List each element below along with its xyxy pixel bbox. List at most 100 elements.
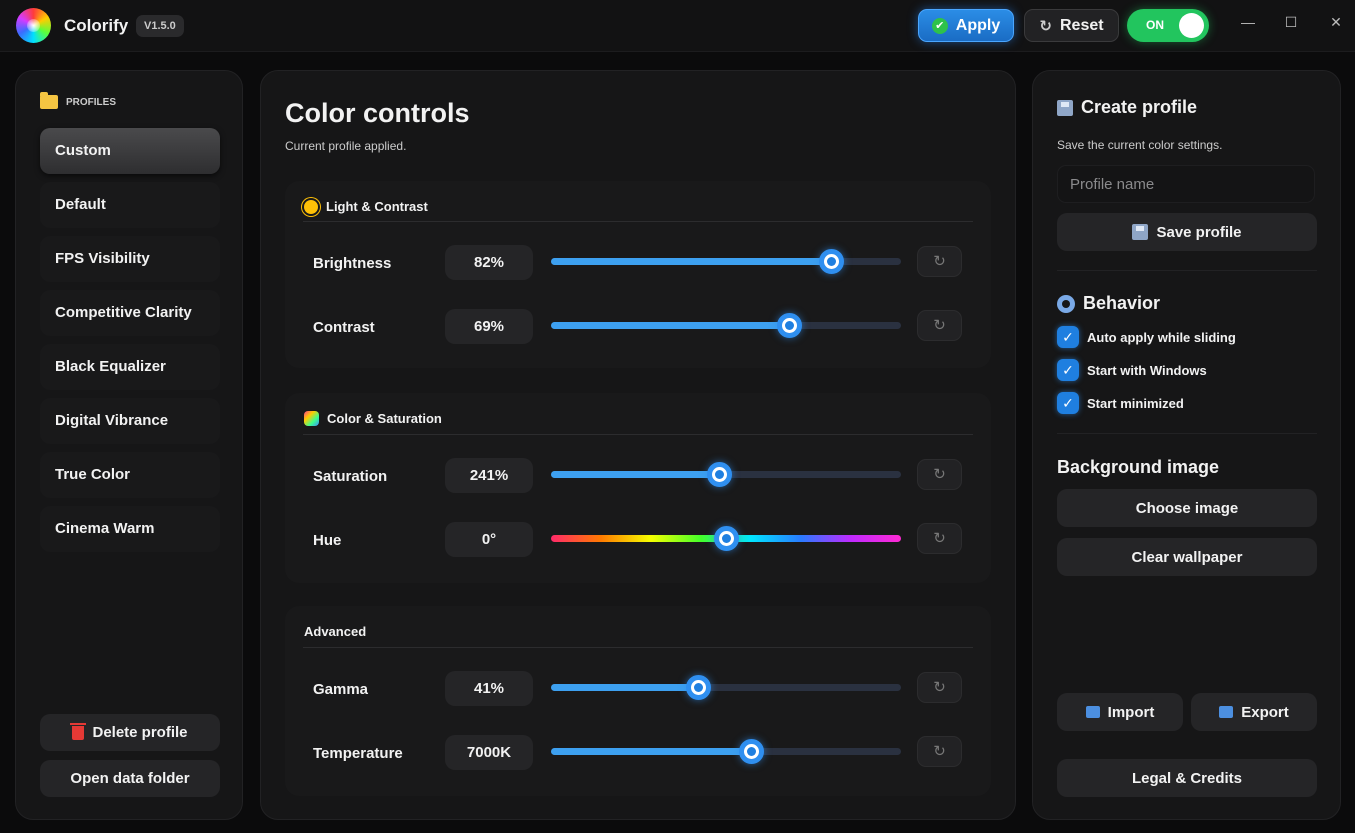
reset-button[interactable]: ↻ Reset <box>1024 9 1119 42</box>
profile-item-cinema-warm[interactable]: Cinema Warm <box>40 506 220 552</box>
contrast-slider[interactable] <box>551 313 901 338</box>
delete-profile-label: Delete profile <box>92 724 188 741</box>
contrast-slider-thumb[interactable] <box>777 313 802 338</box>
app-title: Colorify <box>64 16 129 35</box>
temperature-value[interactable]: 7000K <box>445 735 533 770</box>
profile-item-true-color[interactable]: True Color <box>40 452 220 498</box>
auto-apply-checkbox[interactable]: ✓ Auto apply while sliding <box>1057 326 1236 348</box>
minimize-button[interactable]: — <box>1238 14 1258 36</box>
start-with-windows-checkbox[interactable]: ✓ Start with Windows <box>1057 359 1207 381</box>
contrast-slider-fill <box>551 322 789 329</box>
contrast-value[interactable]: 69% <box>445 309 533 344</box>
import-button[interactable]: Import <box>1057 693 1183 731</box>
brightness-label: Brightness <box>313 255 392 272</box>
floppy-disk-icon <box>1132 224 1149 240</box>
group-title: Advanced <box>304 624 367 639</box>
hue-slider[interactable] <box>551 526 901 551</box>
save-profile-button[interactable]: Save profile <box>1057 213 1317 251</box>
close-button[interactable]: ✕ <box>1326 14 1346 36</box>
divider <box>303 434 973 435</box>
brightness-slider-fill <box>551 258 831 265</box>
checkbox-label: Start minimized <box>1087 395 1184 411</box>
behavior-title: Behavior <box>1083 293 1161 313</box>
divider <box>1057 433 1317 434</box>
create-profile-title: Create profile <box>1081 97 1198 117</box>
choose-image-button[interactable]: Choose image <box>1057 489 1317 527</box>
group-title: Color & Saturation <box>327 411 442 426</box>
sun-icon <box>304 199 318 214</box>
temperature-slider[interactable] <box>551 739 901 764</box>
profile-item-custom[interactable]: Custom <box>40 128 220 174</box>
color-palette-icon <box>304 411 319 426</box>
apply-label: Apply <box>955 16 1001 34</box>
reset-label: Reset <box>1060 16 1104 34</box>
page-subtitle: Current profile applied. <box>285 139 407 153</box>
background-image-title: Background image <box>1057 457 1220 477</box>
brightness-reset-button[interactable]: ↻ <box>917 246 962 277</box>
saturation-slider[interactable] <box>551 462 901 487</box>
brightness-value[interactable]: 82% <box>445 245 533 280</box>
version-badge: V1.5.0 <box>136 15 184 37</box>
profile-item-fps-visibility[interactable]: FPS Visibility <box>40 236 220 282</box>
power-toggle[interactable]: ON <box>1127 9 1209 42</box>
color-saturation-group: Color & Saturation Saturation 241% ↻ Hue… <box>285 393 991 583</box>
profiles-header-label: PROFILES <box>66 96 117 108</box>
colorify-logo-icon <box>16 8 51 43</box>
refresh-icon: ↻ <box>933 317 946 334</box>
refresh-icon: ↻ <box>933 530 946 547</box>
apply-button[interactable]: ✔ Apply <box>918 9 1014 42</box>
hue-slider-thumb[interactable] <box>714 526 739 551</box>
temperature-slider-thumb[interactable] <box>738 739 764 764</box>
create-profile-heading: Create profile <box>1057 97 1197 118</box>
folder-icon <box>40 92 58 109</box>
saturation-value[interactable]: 241% <box>445 458 533 493</box>
brightness-slider-thumb[interactable] <box>819 249 844 274</box>
brightness-slider[interactable] <box>551 249 901 274</box>
profile-item-competitive-clarity[interactable]: Competitive Clarity <box>40 290 220 336</box>
contrast-reset-button[interactable]: ↻ <box>917 310 962 341</box>
saturation-slider-thumb[interactable] <box>707 462 732 487</box>
gamma-slider[interactable] <box>551 675 901 700</box>
profile-item-default[interactable]: Default <box>40 182 220 228</box>
checkbox-label: Start with Windows <box>1087 362 1207 378</box>
profile-item-digital-vibrance[interactable]: Digital Vibrance <box>40 398 220 444</box>
export-icon <box>1219 706 1234 718</box>
maximize-button[interactable]: ☐ <box>1281 14 1301 36</box>
gear-icon <box>1057 294 1075 313</box>
hue-reset-button[interactable]: ↻ <box>917 523 962 554</box>
clear-wallpaper-button[interactable]: Clear wallpaper <box>1057 538 1317 576</box>
group-header: Light & Contrast <box>304 199 428 214</box>
power-toggle-label: ON <box>1146 18 1164 32</box>
saturation-slider-fill <box>551 471 719 478</box>
delete-profile-button[interactable]: Delete profile <box>40 714 220 751</box>
divider <box>1057 270 1317 271</box>
reset-icon: ↻ <box>1039 17 1052 35</box>
temperature-reset-button[interactable]: ↻ <box>917 736 962 767</box>
hue-value[interactable]: 0° <box>445 522 533 557</box>
gamma-value[interactable]: 41% <box>445 671 533 706</box>
profiles-sidebar: PROFILES Custom Default FPS Visibility C… <box>15 70 243 820</box>
legal-credits-button[interactable]: Legal & Credits <box>1057 759 1317 797</box>
group-header: Color & Saturation <box>304 411 442 426</box>
open-data-folder-button[interactable]: Open data folder <box>40 760 220 797</box>
group-title: Light & Contrast <box>326 199 428 214</box>
gamma-label: Gamma <box>313 681 369 698</box>
export-label: Export <box>1241 703 1289 721</box>
import-label: Import <box>1107 703 1155 721</box>
divider <box>303 221 973 222</box>
gamma-slider-thumb[interactable] <box>686 675 711 700</box>
behavior-heading: Behavior <box>1057 293 1160 314</box>
start-minimized-checkbox[interactable]: ✓ Start minimized <box>1057 392 1184 414</box>
gamma-reset-button[interactable]: ↻ <box>917 672 962 703</box>
floppy-disk-icon <box>1057 99 1073 116</box>
export-button[interactable]: Export <box>1191 693 1317 731</box>
saturation-reset-button[interactable]: ↻ <box>917 459 962 490</box>
checkbox-checked-icon: ✓ <box>1057 392 1079 414</box>
create-profile-subtitle: Save the current color settings. <box>1057 138 1223 152</box>
profile-name-input[interactable] <box>1057 165 1315 203</box>
profile-item-black-equalizer[interactable]: Black Equalizer <box>40 344 220 390</box>
checkbox-checked-icon: ✓ <box>1057 326 1079 348</box>
refresh-icon: ↻ <box>933 253 946 270</box>
temperature-slider-fill <box>551 748 751 755</box>
saturation-label: Saturation <box>313 468 388 485</box>
